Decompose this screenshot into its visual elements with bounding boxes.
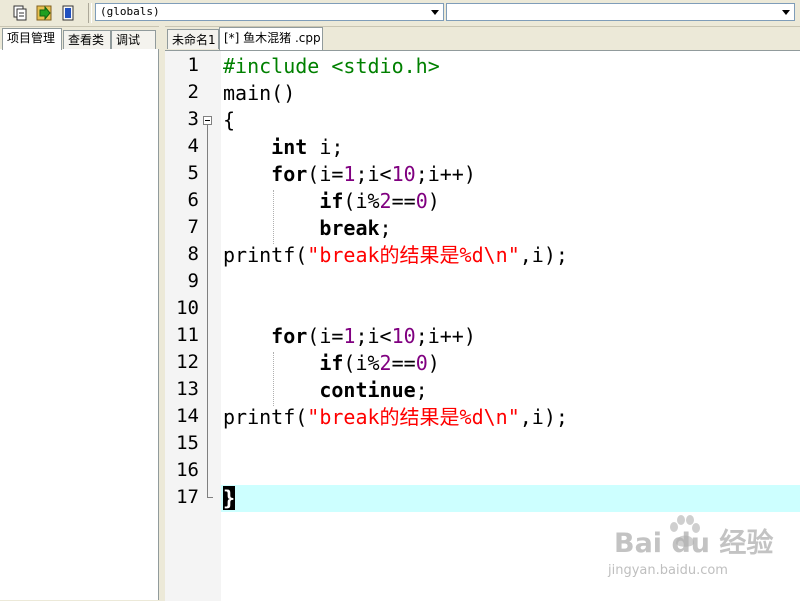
code-text: ) <box>427 189 440 213</box>
keyword: break <box>319 216 380 240</box>
left-panel-tabs: 项目管理 查看类 调试 <box>0 28 160 50</box>
code-line: continue; <box>223 377 428 404</box>
line-number: 15 <box>176 432 199 454</box>
matched-brace: } <box>223 486 236 510</box>
number-literal: 0 <box>415 189 428 213</box>
tab-untitled1[interactable]: 未命名1 <box>167 29 219 49</box>
code-text: ;i< <box>355 324 392 348</box>
preprocessor-directive: #include <stdio.h> <box>223 54 440 78</box>
number-literal: 10 <box>391 162 416 186</box>
line-number: 14 <box>176 405 199 427</box>
code-line: int i; <box>223 134 343 161</box>
keyword: for <box>271 324 308 348</box>
number-literal: 2 <box>379 189 392 213</box>
code-text: i; <box>307 135 344 159</box>
string-literal: "break的结果是%d\n" <box>307 243 520 267</box>
toolbar-separator <box>88 3 92 23</box>
code-line: main() <box>223 80 295 107</box>
code-text: (i= <box>307 324 344 348</box>
fold-collapse-icon[interactable] <box>203 116 212 125</box>
code-text: printf( <box>223 243 308 267</box>
fold-line <box>207 125 208 497</box>
tab-current-file[interactable]: [*] 鱼木混猪 .cpp <box>219 27 323 50</box>
code-text: { <box>223 108 236 132</box>
line-number: 13 <box>176 378 199 400</box>
chevron-down-icon[interactable] <box>780 5 792 19</box>
keyword: if <box>319 189 344 213</box>
code-text: ,i); <box>519 243 568 267</box>
code-text: ;i++) <box>415 324 476 348</box>
watermark-logo-text: Bai du 经验 <box>614 528 774 559</box>
line-number: 2 <box>187 81 199 103</box>
line-number: 17 <box>176 486 199 508</box>
code-text: main() <box>223 81 296 105</box>
code-line: for(i=1;i<10;i++) <box>223 323 476 350</box>
code-text: ,i); <box>519 405 568 429</box>
code-line: #include <stdio.h> <box>223 53 440 80</box>
code-line: { <box>223 107 235 134</box>
code-line: if(i%2==0) <box>223 350 440 377</box>
code-line: printf("break的结果是%d\n",i); <box>223 242 568 269</box>
code-text: ;i++) <box>415 162 476 186</box>
code-line: if(i%2==0) <box>223 188 440 215</box>
number-literal: 10 <box>391 324 416 348</box>
watermark-url: jingyan.baidu.com <box>608 563 728 578</box>
code-line: } <box>223 485 236 512</box>
compile-icon[interactable] <box>10 3 30 23</box>
line-number: 3 <box>187 108 199 130</box>
fold-end-marker <box>207 497 213 498</box>
number-literal: 1 <box>343 324 356 348</box>
code-text: == <box>391 351 416 375</box>
scope-combo-value: (globals) <box>100 5 160 18</box>
number-literal: 0 <box>415 351 428 375</box>
code-line: break; <box>223 215 392 242</box>
line-number: 10 <box>176 297 199 319</box>
member-combo[interactable] <box>446 3 795 21</box>
chevron-down-icon[interactable] <box>429 5 441 19</box>
line-number: 4 <box>187 135 199 157</box>
tab-class-view[interactable]: 查看类 <box>63 30 111 49</box>
keyword: if <box>319 351 344 375</box>
number-literal: 2 <box>379 351 392 375</box>
project-panel[interactable] <box>0 49 159 600</box>
code-text: ; <box>379 216 392 240</box>
line-number: 5 <box>187 162 199 184</box>
code-text: (i% <box>343 189 380 213</box>
keyword: for <box>271 162 308 186</box>
editor-tabs: 未命名1 [*] 鱼木混猪 .cpp <box>165 27 800 50</box>
line-number: 9 <box>187 270 199 292</box>
scope-combo[interactable]: (globals) <box>95 3 444 21</box>
keyword: continue <box>319 378 416 402</box>
string-literal: "break的结果是%d\n" <box>307 405 520 429</box>
code-text: printf( <box>223 405 308 429</box>
toolbar: (globals) <box>0 0 800 27</box>
code-text: (i% <box>343 351 380 375</box>
current-line-highlight <box>221 485 800 512</box>
line-number: 7 <box>187 216 199 238</box>
debug-icon[interactable] <box>58 3 78 23</box>
code-text: ; <box>415 378 428 402</box>
keyword: int <box>271 135 308 159</box>
run-icon[interactable] <box>34 3 54 23</box>
line-number: 6 <box>187 189 199 211</box>
line-number: 12 <box>176 351 199 373</box>
number-literal: 1 <box>343 162 356 186</box>
code-line: for(i=1;i<10;i++) <box>223 161 476 188</box>
line-number: 8 <box>187 243 199 265</box>
baidu-watermark: Bai du 经验 jingyan.baidu.com <box>608 515 798 585</box>
code-text: (i= <box>307 162 344 186</box>
line-number: 16 <box>176 459 199 481</box>
tab-project-manager[interactable]: 项目管理 <box>2 28 62 50</box>
line-number: 1 <box>187 54 199 76</box>
tab-debug[interactable]: 调试 <box>111 30 156 49</box>
code-text: ;i< <box>355 162 392 186</box>
code-text: == <box>391 189 416 213</box>
line-number: 11 <box>176 324 199 346</box>
code-text: ) <box>427 351 440 375</box>
code-line: printf("break的结果是%d\n",i); <box>223 404 568 431</box>
